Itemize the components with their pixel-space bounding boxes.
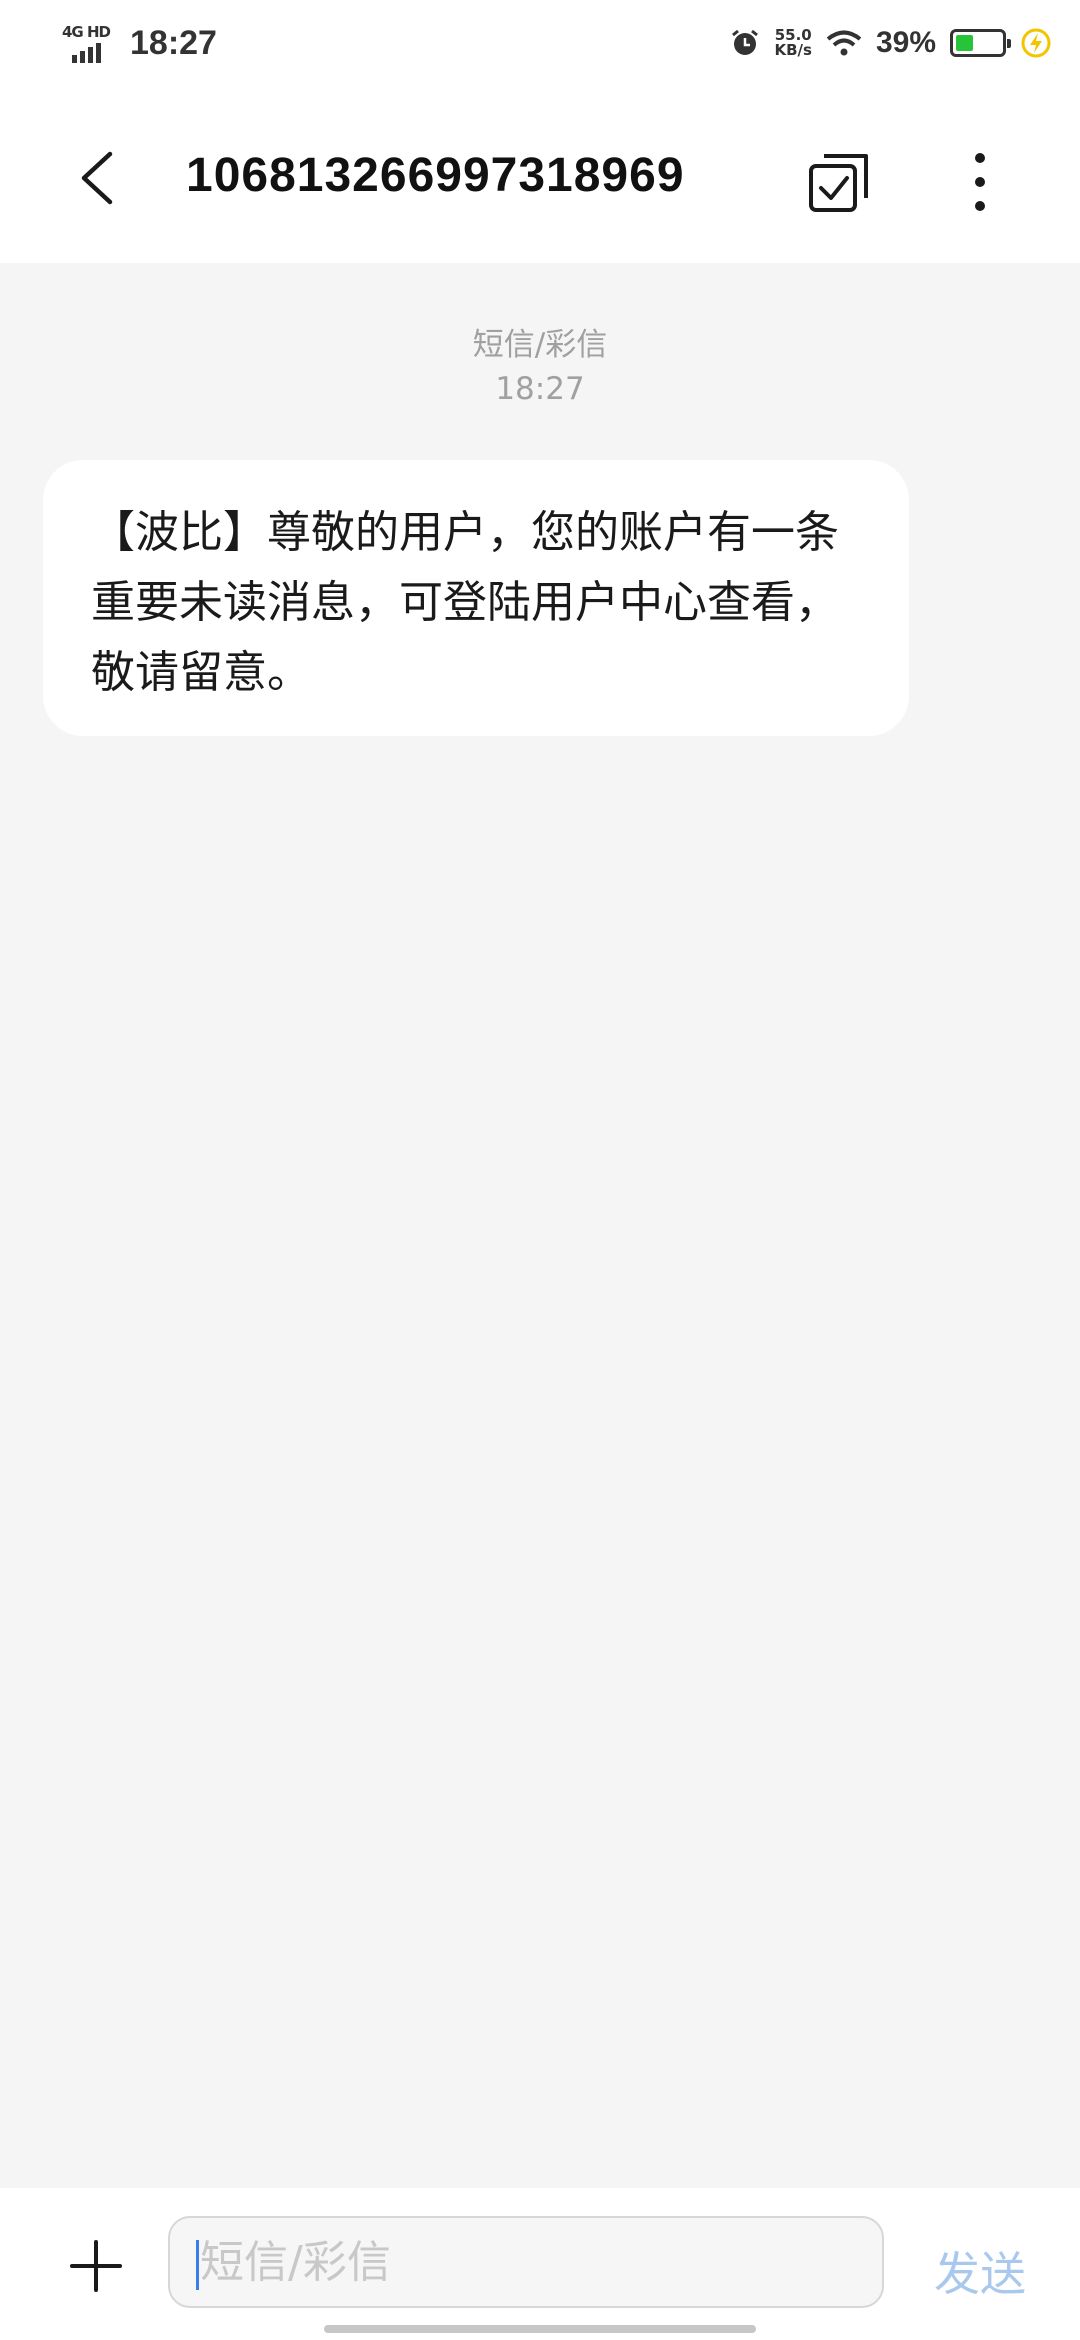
wifi-icon	[826, 30, 862, 56]
message-time: 18:27	[495, 371, 585, 407]
select-checkbox-icon[interactable]	[808, 152, 872, 214]
composer-bar: 发送	[0, 2188, 1080, 2340]
network-type: 4G HD	[62, 23, 111, 41]
contact-title: 106813266997318969	[186, 149, 685, 202]
signal-icon: 4G HD	[62, 23, 120, 63]
back-button[interactable]	[70, 148, 126, 208]
status-bar: 4G HD 18:27 55.0 KB/s 39%	[0, 0, 1080, 90]
plus-icon[interactable]	[68, 2238, 124, 2294]
message-type-label: 短信/彩信	[472, 327, 608, 363]
message-list[interactable]: 短信/彩信 18:27 【波比】尊敬的用户，您的账户有一条重要未读消息，可登陆用…	[0, 263, 1080, 2188]
message-input[interactable]	[200, 2218, 860, 2306]
status-time: 18:27	[130, 23, 217, 62]
status-right: 55.0 KB/s 39%	[730, 18, 1052, 68]
alarm-icon	[732, 29, 759, 55]
message-input-box[interactable]	[168, 2216, 884, 2308]
more-vertical-icon[interactable]	[960, 150, 1000, 214]
battery-fill	[956, 35, 973, 51]
text-caret	[196, 2240, 199, 2290]
home-indicator[interactable]	[324, 2325, 756, 2333]
net-speed-unit: KB/s	[774, 41, 812, 59]
charging-icon	[1021, 28, 1051, 58]
net-speed: 55.0 KB/s	[774, 28, 811, 58]
send-button[interactable]: 发送	[934, 2238, 1026, 2304]
status-left: 4G HD 18:27	[62, 18, 217, 68]
incoming-message-bubble[interactable]: 【波比】尊敬的用户，您的账户有一条重要未读消息，可登陆用户中心查看，敬请留意。	[43, 460, 909, 736]
battery-icon	[950, 29, 1011, 57]
message-meta: 短信/彩信 18:27	[0, 323, 1080, 411]
conversation-header: 106813266997318969	[0, 90, 1080, 263]
battery-percent: 39%	[875, 26, 936, 59]
